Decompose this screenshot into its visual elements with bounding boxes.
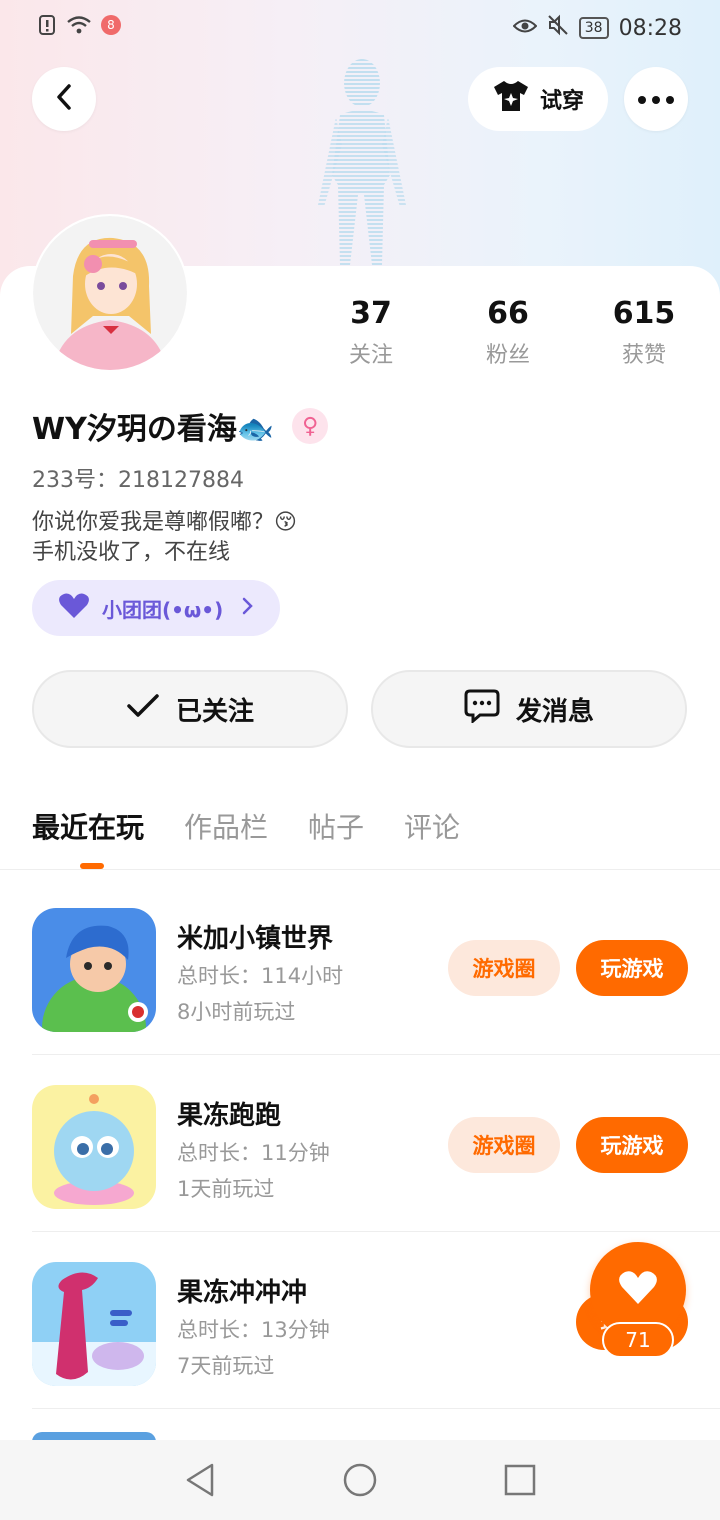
try-on-button[interactable]: 试穿 [468,67,608,131]
system-navigation-bar [0,1440,720,1520]
avatar-illustration [33,216,187,370]
tab-works[interactable]: 作品栏 [184,806,268,846]
game-title: 果冻冲冲冲 [177,1278,308,1308]
tab-comments[interactable]: 评论 [404,806,460,846]
mute-icon [547,14,569,42]
nav-home-icon[interactable] [342,1462,378,1502]
bio-line-1: 你说你爱我是尊嘟假嘟？😚 [32,510,297,535]
profile-name-row: WY汐玥の看海🐟 ♀ [32,404,329,448]
game-total-duration: 总时长：11分钟 [177,1141,330,1165]
more-dots-icon [637,90,675,109]
avatar[interactable] [33,216,187,370]
status-right-icons: 38 08:28 [512,14,682,42]
group-label: 小团团(•ω•) [102,597,224,622]
stat-following-label: 关注 [348,343,393,368]
nav-back-icon[interactable] [184,1462,216,1502]
game-title: 米加小镇世界 [177,924,334,954]
game-circle-button[interactable]: 游戏圈 [448,1117,560,1173]
status-left-icons: 8 [38,14,122,42]
status-bar: 8 38 08:28 [0,0,720,56]
game-row[interactable]: 果冻跑跑 总时长：11分钟 1天前玩过 游戏圈 玩游戏 [32,1055,720,1231]
stat-likes-value: 615 [612,296,676,331]
heart-icon [618,1271,658,1309]
eye-icon [512,16,538,41]
back-arrow-icon [53,83,75,115]
profile-bio: 你说你爱我是尊嘟假嘟？😚 手机没收了，不在线 [32,508,297,568]
send-message-label: 发消息 [515,696,594,727]
clock-time: 08:28 [618,15,682,41]
svg-text:8: 8 [107,18,115,32]
game-icon-jelly-dash [32,1262,156,1386]
tab-posts[interactable]: 帖子 [308,806,364,846]
app-notification-icon: 8 [100,14,122,42]
female-gender-icon: ♀ [292,408,329,444]
more-options-button[interactable] [624,67,688,131]
like-count-badge: 71 [602,1322,674,1358]
nav-recents-icon[interactable] [504,1464,536,1500]
back-button[interactable] [32,67,96,131]
stat-likes[interactable]: 615 获赞 [579,296,709,369]
tabs-divider [0,869,720,870]
tshirt-icon [492,79,530,119]
alert-icon [38,14,58,42]
stat-fans-label: 粉丝 [485,343,530,368]
game-icon-jelly-run [32,1085,156,1209]
send-message-button[interactable]: 发消息 [371,670,687,748]
stat-fans[interactable]: 66 粉丝 [443,296,573,369]
game-circle-button[interactable]: 游戏圈 [448,940,560,996]
play-game-button[interactable]: 玩游戏 [576,1117,688,1173]
game-total-duration: 总时长：13分钟 [177,1318,330,1342]
profile-tabs: 最近在玩 作品栏 帖子 评论 [32,806,460,846]
game-last-played: 8小时前玩过 [177,1000,296,1024]
game-last-played: 1天前玩过 [177,1177,275,1201]
try-on-label: 试穿 [539,89,584,114]
avatar-hologram-figure [318,59,406,265]
game-title: 果冻跑跑 [177,1101,282,1131]
game-icon-miga-town [32,908,156,1032]
check-icon [126,693,160,726]
game-last-played: 7天前玩过 [177,1354,275,1378]
tab-recently-played[interactable]: 最近在玩 [32,806,144,846]
stat-following[interactable]: 37 关注 [306,296,436,369]
play-game-button[interactable]: 玩游戏 [576,940,688,996]
stat-likes-label: 获赞 [621,343,666,368]
stat-fans-value: 66 [487,296,529,331]
chat-bubble-icon [464,689,500,730]
followed-label: 已关注 [175,696,254,727]
stat-following-value: 37 [350,296,392,331]
wifi-icon [66,15,92,41]
bio-line-2: 手机没收了，不在线 [32,540,231,565]
chevron-right-icon [241,596,254,620]
followed-button[interactable]: 已关注 [32,670,348,748]
game-row[interactable]: 米加小镇世界 总时长：114小时 8小时前玩过 游戏圈 玩游戏 [32,878,720,1054]
game-total-duration: 总时长：114小时 [177,964,344,988]
row-divider [32,1408,720,1409]
group-pill-button[interactable]: 小团团(•ω•) [32,580,280,636]
profile-name: WY汐玥の看海🐟 [32,412,275,447]
user-id: 233号：218127884 [32,468,244,493]
heart-icon [58,593,90,624]
battery-icon: 38 [578,17,609,39]
